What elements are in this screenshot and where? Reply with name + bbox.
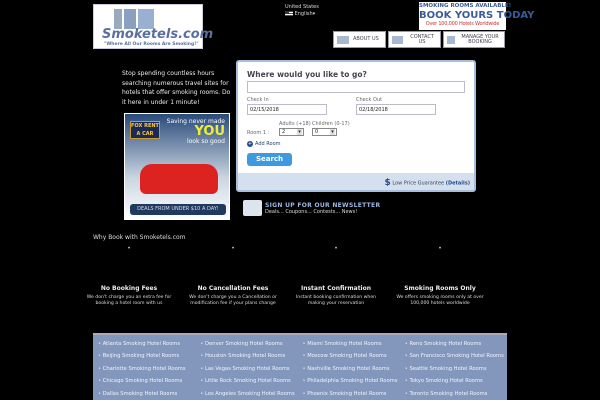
nav-label: MANAGE YOUR BOOKING: [461, 33, 499, 45]
feature-icon: •: [231, 245, 235, 252]
us-flag-icon: [285, 11, 293, 16]
search-panel: Where would you like to go? Check In 02/…: [236, 60, 476, 192]
destination-input[interactable]: [247, 81, 465, 93]
city-link[interactable]: Nashville Smoking Hotel Rooms: [303, 363, 405, 375]
feature-title: No Booking Fees: [100, 285, 158, 292]
locale-selector[interactable]: United States English▾: [285, 4, 319, 18]
children-label: Children (0-17): [312, 121, 350, 127]
building-icon: [447, 35, 456, 44]
city-link[interactable]: Denver Smoking Hotel Rooms: [200, 338, 302, 350]
city-link[interactable]: Charlotte Smoking Hotel Rooms: [98, 363, 200, 375]
search-button[interactable]: Search: [247, 153, 292, 166]
add-room-label: Add Room: [255, 141, 281, 147]
plus-icon: +: [247, 141, 253, 147]
ad-line2: look so good: [186, 138, 225, 145]
city-link[interactable]: Beijing Smoking Hotel Rooms: [98, 350, 200, 362]
city-link[interactable]: Moscow Smoking Hotel Rooms: [303, 350, 405, 362]
city-link[interactable]: Los Angeles Smoking Hotel Rooms: [200, 388, 302, 400]
promo-line1: SMOKING ROOMS AVAILABLE!: [419, 3, 512, 9]
low-price-guarantee: $ Low Price Guarantee (Details): [238, 173, 474, 190]
city-link[interactable]: Reno Smoking Hotel Rooms: [405, 338, 507, 350]
guarantee-label: Low Price Guarantee: [392, 180, 445, 187]
about-us-button[interactable]: ABOUT US: [333, 31, 386, 48]
city-link[interactable]: Miami Smoking Hotel Rooms: [303, 338, 405, 350]
adults-label: Adults (+18): [279, 121, 311, 127]
feature-icon: •: [334, 245, 338, 252]
logo-name: Smoketels.com: [102, 27, 214, 42]
language-select[interactable]: English: [295, 11, 313, 17]
logo-tagline: "Where All Our Rooms Are Smoking!": [104, 42, 199, 47]
ad-deal-button[interactable]: DEALS FROM UNDER $10 A DAY!: [130, 204, 226, 215]
intro-text: Stop spending countless hours searching …: [122, 70, 231, 106]
buildings-icon: [114, 9, 154, 29]
car-image: [140, 164, 218, 194]
city-link[interactable]: Phoenix Smoking Hotel Rooms: [303, 388, 405, 400]
ad-you: YOU: [194, 124, 225, 139]
nav-label: CONTACT US: [410, 33, 434, 45]
country-label[interactable]: United States: [285, 4, 319, 11]
checkout-input[interactable]: 02/18/2018: [356, 104, 436, 115]
promo-line2: BOOK YOURS TODAY: [419, 10, 535, 21]
adults-select[interactable]: 2: [279, 128, 304, 136]
checkin-input[interactable]: 02/15/2018: [247, 104, 327, 115]
feature-desc: We offers smoking rooms only at over 100…: [396, 295, 484, 306]
city-links: Atlanta Smoking Hotel RoomsBeijing Smoki…: [93, 333, 507, 400]
feature-title: Instant Confirmation: [300, 285, 372, 292]
city-link[interactable]: Little Rock Smoking Hotel Rooms: [200, 375, 302, 387]
dollar-icon: $: [384, 178, 391, 188]
city-link[interactable]: Atlanta Smoking Hotel Rooms: [98, 338, 200, 350]
feature-no-cancellation-fees: • No Cancellation Fees We don't charge you…: [181, 245, 285, 307]
fox-logo: FOX RENT A CAR: [130, 121, 160, 139]
city-link[interactable]: Houston Smoking Hotel Rooms: [200, 350, 302, 362]
feature-no-booking-fees: • No Booking Fees We don't charge you an e…: [77, 245, 181, 307]
feature-desc: Instant booking confirmation when making…: [295, 295, 377, 306]
city-link[interactable]: San Francisco Smoking Hotel Rooms: [405, 350, 507, 362]
promo-banner[interactable]: SMOKING ROOMS AVAILABLE! BOOK YOURS TODA…: [419, 2, 535, 30]
newsletter-title[interactable]: SIGN UP FOR OUR NEWSLETTER: [265, 202, 380, 209]
city-link[interactable]: Toronto Smoking Hotel Rooms: [405, 388, 507, 400]
room-label: Room 1 :: [247, 130, 270, 136]
newsletter-icon: [243, 200, 262, 216]
feature-instant-confirmation: • Instant Confirmation Instant booking con…: [284, 245, 388, 307]
city-link[interactable]: Chicago Smoking Hotel Rooms: [98, 375, 200, 387]
add-room-button[interactable]: + Add Room: [247, 141, 281, 147]
site-logo[interactable]: Smoketels.com "Where All Our Rooms Are S…: [93, 4, 213, 49]
nav-label: ABOUT US: [353, 36, 379, 42]
manage-booking-button[interactable]: MANAGE YOUR BOOKING: [443, 31, 505, 48]
feature-smoking-rooms-only: • Smoking Rooms Only We offers smoking roo…: [388, 245, 492, 307]
feature-desc: We don't charge you a Cancellation or mo…: [189, 295, 277, 306]
contact-us-button[interactable]: CONTACT US: [388, 31, 441, 48]
feature-title: Smoking Rooms Only: [404, 285, 476, 292]
city-link[interactable]: Seattle Smoking Hotel Rooms: [405, 363, 507, 375]
building-icon: [392, 35, 404, 44]
feature-icon: •: [438, 245, 442, 252]
checkout-label: Check Out: [356, 97, 383, 103]
why-book-heading: Why Book with Smoketels.com: [93, 234, 186, 241]
feature-title: No Cancellation Fees: [197, 285, 269, 292]
fox-rent-a-car-ad[interactable]: FOX RENT A CAR Saving never made YOU look …: [124, 113, 230, 220]
newsletter-signup[interactable]: SIGN UP FOR OUR NEWSLETTER Deals... Coupo…: [243, 200, 380, 216]
building-icon: [337, 35, 349, 44]
feature-icon: •: [127, 245, 131, 252]
city-link[interactable]: Las Vegas Smoking Hotel Rooms: [200, 363, 302, 375]
checkin-label: Check In: [247, 97, 269, 103]
promo-line3: Over 100,000 Hotels Worldwide: [425, 21, 500, 27]
feature-desc: We don't charge you an extra fee for boo…: [86, 295, 172, 306]
search-title: Where would you like to go?: [247, 70, 367, 79]
newsletter-subtitle: Deals... Coupons... Contests... News!: [265, 208, 358, 215]
details-link[interactable]: (Details): [446, 181, 470, 187]
city-link[interactable]: Philadelphia Smoking Hotel Rooms: [303, 375, 405, 387]
city-link[interactable]: Tokyo Smoking Hotel Rooms: [405, 375, 507, 387]
children-select[interactable]: 0: [312, 128, 337, 136]
city-link[interactable]: Dallas Smoking Hotel Rooms: [98, 388, 200, 400]
